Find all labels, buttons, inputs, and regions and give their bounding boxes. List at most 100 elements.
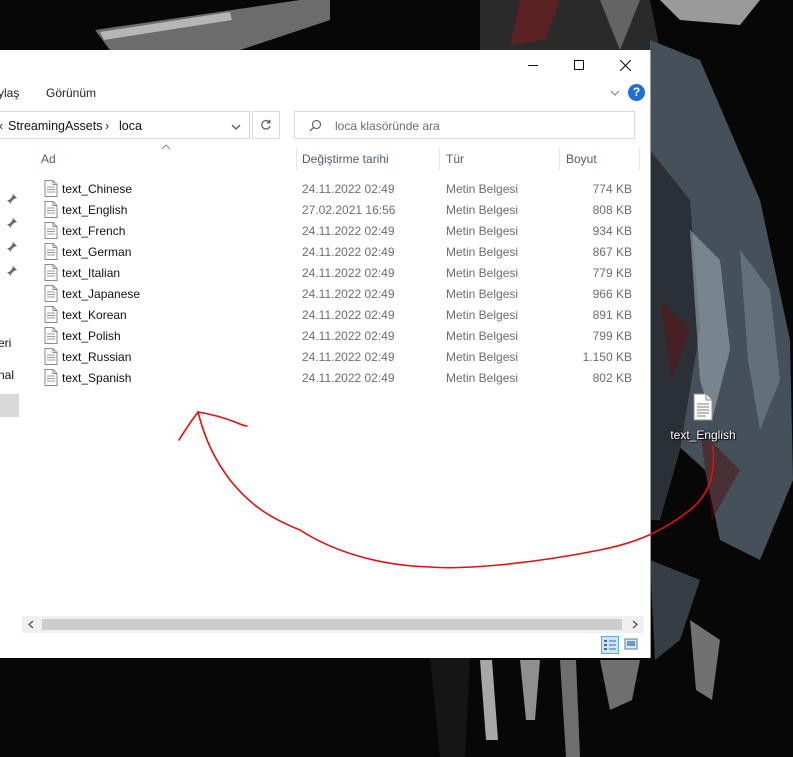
text-file-icon bbox=[44, 243, 58, 260]
file-date: 24.11.2022 02:49 bbox=[302, 182, 395, 196]
file-type: Metin Belgesi bbox=[446, 182, 519, 196]
column-divider[interactable] bbox=[439, 148, 440, 170]
table-row[interactable]: text_Polish 24.11.2022 02:49 Metin Belge… bbox=[22, 325, 642, 346]
tab-share[interactable]: ylaş bbox=[0, 86, 19, 100]
help-icon[interactable]: ? bbox=[628, 84, 645, 101]
column-type[interactable]: Tür bbox=[446, 152, 464, 166]
file-type: Metin Belgesi bbox=[446, 329, 519, 343]
table-row[interactable]: text_Japanese 24.11.2022 02:49 Metin Bel… bbox=[22, 283, 642, 304]
close-button[interactable] bbox=[602, 50, 648, 80]
tab-view[interactable]: Görünüm bbox=[46, 86, 96, 100]
file-type: Metin Belgesi bbox=[446, 308, 519, 322]
file-name: text_Korean bbox=[62, 308, 127, 322]
file-size: 774 KB bbox=[592, 182, 632, 196]
sort-ascending-icon bbox=[161, 144, 171, 150]
file-size: 891 KB bbox=[592, 308, 632, 322]
column-name[interactable]: Ad bbox=[41, 152, 56, 166]
refresh-icon bbox=[261, 119, 271, 130]
details-view-button[interactable] bbox=[601, 636, 619, 654]
minimize-button[interactable] bbox=[510, 50, 556, 80]
file-type: Metin Belgesi bbox=[446, 371, 519, 385]
file-size: 802 KB bbox=[592, 371, 632, 385]
large-icons-view-icon bbox=[624, 638, 638, 650]
file-type: Metin Belgesi bbox=[446, 287, 519, 301]
search-icon bbox=[309, 119, 322, 132]
table-row[interactable]: text_Italian 24.11.2022 02:49 Metin Belg… bbox=[22, 262, 642, 283]
breadcrumb-streamingassets[interactable]: StreamingAssets bbox=[8, 119, 102, 133]
title-bar[interactable] bbox=[0, 50, 650, 80]
scroll-right-icon[interactable] bbox=[631, 620, 639, 629]
file-type: Metin Belgesi bbox=[446, 245, 519, 259]
file-name: text_French bbox=[62, 224, 126, 238]
ribbon-tabs: ylaş Görünüm ? bbox=[0, 80, 650, 106]
text-file-icon bbox=[44, 180, 58, 197]
search-box[interactable]: loca klasöründe ara bbox=[294, 111, 635, 139]
file-name: text_Chinese bbox=[62, 182, 133, 196]
scrollbar-thumb[interactable] bbox=[42, 619, 622, 630]
nav-item-selected[interactable] bbox=[0, 394, 19, 417]
column-date[interactable]: Değiştirme tarihi bbox=[302, 152, 389, 166]
file-size: 867 KB bbox=[592, 245, 632, 259]
file-name: text_Polish bbox=[62, 329, 121, 343]
file-date: 24.11.2022 02:49 bbox=[302, 308, 395, 322]
file-name: text_Russian bbox=[62, 350, 132, 364]
desktop-file-label: text_English bbox=[670, 428, 736, 442]
search-input[interactable]: loca klasöründe ara bbox=[335, 119, 440, 133]
file-date: 24.11.2022 02:49 bbox=[302, 287, 395, 301]
status-bar bbox=[0, 634, 650, 658]
address-bar[interactable]: ‹ StreamingAssets › loca bbox=[0, 111, 250, 139]
navigation-pane[interactable]: eri nal bbox=[0, 142, 22, 632]
table-row[interactable]: text_German 24.11.2022 02:49 Metin Belge… bbox=[22, 241, 642, 262]
nav-item-fragment[interactable]: eri bbox=[0, 336, 11, 350]
column-size[interactable]: Boyut bbox=[566, 152, 597, 166]
desktop-file-icon[interactable]: text_English bbox=[668, 393, 738, 442]
file-name: text_Italian bbox=[62, 266, 121, 280]
pin-icon bbox=[7, 266, 17, 276]
chevron-down-icon[interactable] bbox=[609, 87, 621, 99]
breadcrumb-overflow[interactable]: ‹ bbox=[0, 119, 3, 133]
column-divider[interactable] bbox=[639, 148, 640, 170]
maximize-button[interactable] bbox=[556, 50, 602, 80]
table-row[interactable]: text_French 24.11.2022 02:49 Metin Belge… bbox=[22, 220, 642, 241]
file-name: text_Spanish bbox=[62, 371, 132, 385]
file-date: 24.11.2022 02:49 bbox=[302, 350, 395, 364]
file-size: 779 KB bbox=[592, 266, 632, 280]
address-dropdown-icon[interactable] bbox=[230, 121, 242, 133]
close-icon bbox=[619, 59, 631, 71]
column-headers: Ad Değiştirme tarihi Tür Boyut bbox=[22, 144, 642, 174]
refresh-button[interactable] bbox=[252, 111, 280, 139]
maximize-icon bbox=[574, 60, 584, 70]
text-file-icon bbox=[44, 264, 58, 281]
large-icons-view-button[interactable] bbox=[623, 636, 641, 654]
file-name: text_English bbox=[62, 203, 128, 217]
table-row[interactable]: text_English 27.02.2021 16:56 Metin Belg… bbox=[22, 199, 642, 220]
file-type: Metin Belgesi bbox=[446, 224, 519, 238]
file-size: 808 KB bbox=[592, 203, 632, 217]
table-row[interactable]: text_Korean 24.11.2022 02:49 Metin Belge… bbox=[22, 304, 642, 325]
file-date: 24.11.2022 02:49 bbox=[302, 245, 395, 259]
table-row[interactable]: text_Chinese 24.11.2022 02:49 Metin Belg… bbox=[22, 178, 642, 199]
nav-item-fragment[interactable]: nal bbox=[0, 368, 14, 382]
text-file-icon bbox=[44, 369, 58, 386]
file-date: 24.11.2022 02:49 bbox=[302, 329, 395, 343]
breadcrumb-separator: › bbox=[105, 119, 110, 133]
file-name: text_Japanese bbox=[62, 287, 141, 301]
file-name: text_German bbox=[62, 245, 132, 259]
pin-icon bbox=[7, 194, 17, 204]
column-divider[interactable] bbox=[559, 148, 560, 170]
text-file-icon bbox=[44, 285, 58, 302]
breadcrumb-loca[interactable]: loca bbox=[119, 119, 142, 133]
table-row[interactable]: text_Spanish 24.11.2022 02:49 Metin Belg… bbox=[22, 367, 642, 388]
minimize-icon bbox=[528, 65, 538, 66]
text-file-icon bbox=[44, 222, 58, 239]
file-type: Metin Belgesi bbox=[446, 350, 519, 364]
file-date: 24.11.2022 02:49 bbox=[302, 266, 395, 280]
file-type: Metin Belgesi bbox=[446, 266, 519, 280]
file-type: Metin Belgesi bbox=[446, 203, 519, 217]
scroll-left-icon[interactable] bbox=[27, 620, 35, 629]
table-row[interactable]: text_Russian 24.11.2022 02:49 Metin Belg… bbox=[22, 346, 642, 367]
horizontal-scrollbar[interactable] bbox=[22, 616, 644, 633]
column-divider[interactable] bbox=[296, 148, 297, 170]
file-size: 966 KB bbox=[592, 287, 632, 301]
file-explorer-window: ylaş Görünüm ? ‹ StreamingAssets › loca bbox=[0, 50, 651, 658]
